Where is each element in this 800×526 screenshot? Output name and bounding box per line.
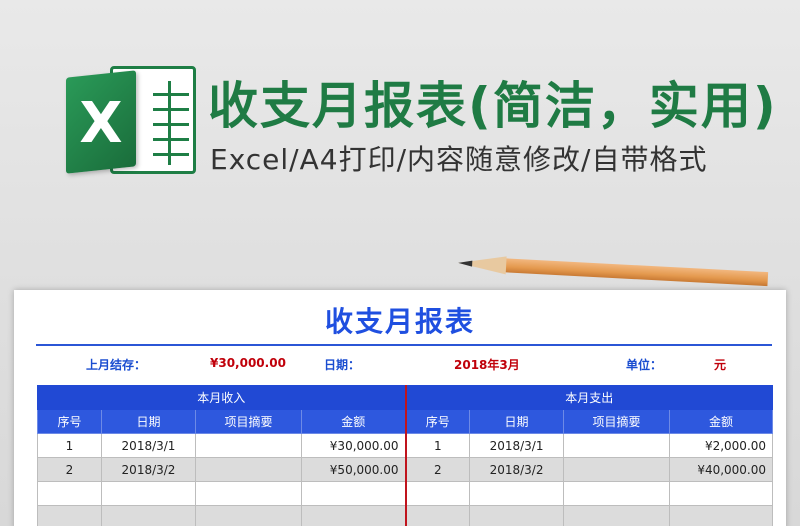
table-cell[interactable]: ¥30,000.00	[300, 433, 407, 458]
table-cell[interactable]	[669, 481, 774, 506]
table-cell[interactable]	[469, 481, 565, 506]
unit-label: 单位：	[626, 358, 663, 372]
table-cell[interactable]: 2	[37, 457, 102, 482]
table-cell[interactable]	[300, 481, 407, 506]
column-header: 金额	[669, 409, 774, 434]
excel-logo: X	[66, 62, 196, 178]
banner-subtitle: Excel/A4打印/内容随意修改/自带格式	[210, 143, 708, 176]
column-header-row: 序号 日期 项目摘要 金额 序号 日期 项目摘要 金额	[37, 409, 774, 434]
table-cell[interactable]	[405, 505, 471, 526]
table-cell[interactable]	[563, 481, 671, 506]
last-month-balance-value[interactable]: ¥30,000.00	[210, 356, 286, 370]
table-cell[interactable]: ¥50,000.00	[300, 457, 407, 482]
table-cell[interactable]	[669, 505, 774, 526]
unit-value[interactable]: 元	[714, 356, 726, 373]
table-cell[interactable]: 2	[405, 457, 471, 482]
column-header: 项目摘要	[195, 409, 302, 434]
table-cell[interactable]: ¥40,000.00	[669, 457, 774, 482]
table-cell[interactable]	[563, 505, 671, 526]
column-header: 日期	[101, 409, 196, 434]
expense-section-header: 本月支出	[405, 385, 774, 410]
table-cell[interactable]: 2018/3/2	[101, 457, 196, 482]
table-row: 2 2018/3/2 ¥50,000.00 2 2018/3/2 ¥40,000…	[37, 457, 774, 482]
table-cell[interactable]	[300, 505, 407, 526]
banner-title: 收支月报表(简洁，实用)	[208, 77, 778, 135]
excel-logo-letter: X	[79, 91, 123, 156]
column-header: 日期	[469, 409, 565, 434]
sheet-title: 收支月报表	[324, 305, 475, 338]
last-month-balance-label: 上月结存：	[86, 358, 147, 372]
table-cell[interactable]: 1	[405, 433, 471, 458]
income-section-header: 本月收入	[36, 385, 407, 410]
date-label: 日期：	[324, 358, 361, 372]
income-expense-table: 本月收入 本月支出 序号 日期 项目摘要 金额 序号 日期 项目摘要 金额 1 …	[36, 385, 774, 526]
table-cell[interactable]	[469, 505, 565, 526]
column-header: 序号	[405, 409, 471, 434]
column-header: 金额	[300, 409, 407, 434]
column-header: 序号	[37, 409, 102, 434]
table-cell[interactable]	[37, 505, 102, 526]
table-cell[interactable]	[195, 457, 302, 482]
table-cell[interactable]	[101, 505, 196, 526]
date-value[interactable]: 2018年3月	[454, 356, 520, 373]
spreadsheet-page: 收支月报表 上月结存： ¥30,000.00 日期： 2018年3月 单位： 元…	[14, 290, 786, 526]
pencil-icon	[457, 253, 769, 288]
table-row	[37, 505, 774, 526]
table-cell[interactable]	[195, 505, 302, 526]
table-cell[interactable]: ¥2,000.00	[669, 433, 774, 458]
table-cell[interactable]: 2018/3/2	[469, 457, 565, 482]
column-header: 项目摘要	[563, 409, 671, 434]
table-cell[interactable]	[405, 481, 471, 506]
table-cell[interactable]	[101, 481, 196, 506]
table-cell[interactable]: 2018/3/1	[101, 433, 196, 458]
table-cell[interactable]	[563, 433, 671, 458]
table-cell[interactable]	[195, 481, 302, 506]
table-cell[interactable]	[195, 433, 302, 458]
table-cell[interactable]	[563, 457, 671, 482]
table-row	[37, 481, 774, 506]
title-divider	[36, 344, 772, 346]
section-header-row: 本月收入 本月支出	[36, 385, 774, 410]
table-row: 1 2018/3/1 ¥30,000.00 1 2018/3/1 ¥2,000.…	[37, 433, 774, 458]
table-cell[interactable]	[37, 481, 102, 506]
table-cell[interactable]: 1	[37, 433, 102, 458]
table-cell[interactable]: 2018/3/1	[469, 433, 565, 458]
